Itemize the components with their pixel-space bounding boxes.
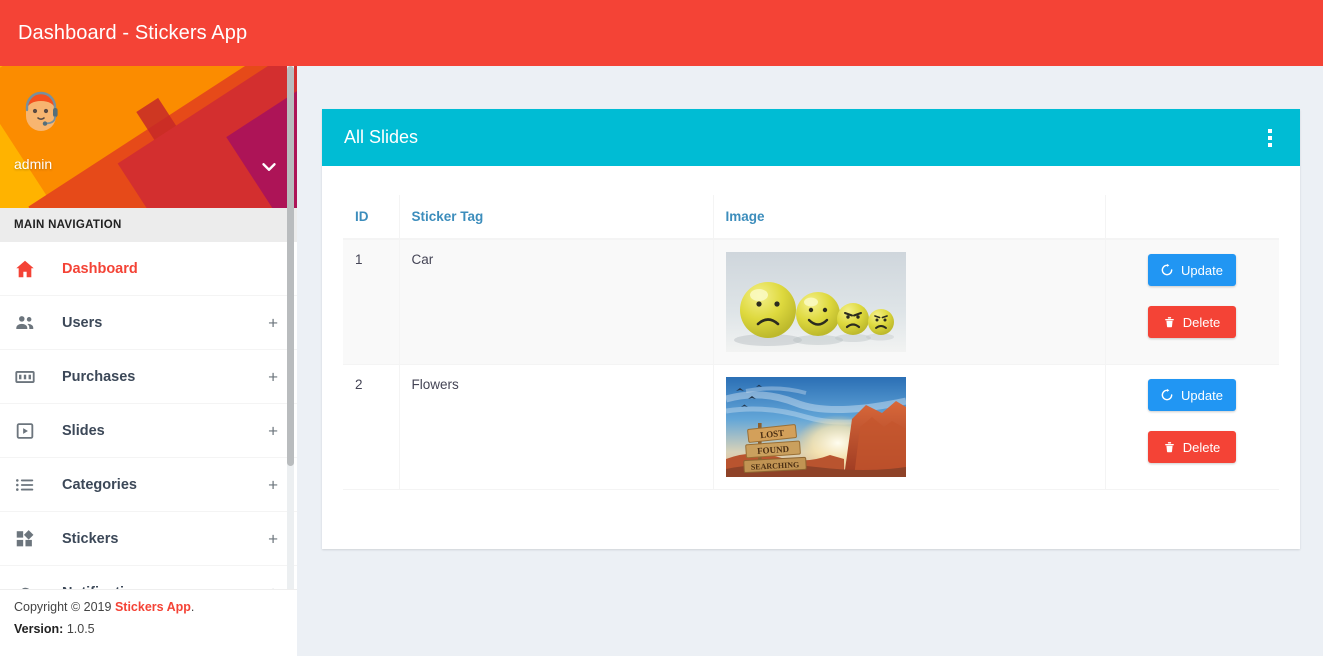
column-header-image[interactable]: Image bbox=[713, 195, 1106, 240]
cell-tag: Flowers bbox=[399, 364, 714, 490]
sidebar-item-notifications[interactable]: Notifications + bbox=[0, 566, 297, 589]
sidebar-scroll-area: admin MAIN NAVIGATION Dashboard Users + … bbox=[0, 66, 297, 589]
sidebar-footer: Copyright © 2019 Stickers App. Version: … bbox=[0, 589, 297, 656]
expand-indicator[interactable]: + bbox=[268, 476, 278, 493]
top-header-bar: Dashboard - Stickers App bbox=[0, 0, 1323, 66]
table-header-row: ID Sticker Tag Image bbox=[343, 195, 1279, 240]
column-header-tag[interactable]: Sticker Tag bbox=[399, 195, 714, 240]
table-row: 1 Car Update Delete bbox=[343, 239, 1279, 365]
sidebar-item-label: Users bbox=[62, 314, 103, 331]
sidebar: admin MAIN NAVIGATION Dashboard Users + … bbox=[0, 66, 297, 656]
home-icon bbox=[14, 257, 42, 281]
main-content: All Slides ID Sticker Tag Image 1 Car Up… bbox=[297, 66, 1323, 656]
slide-thumbnail-desert-signpost[interactable]: LOST FOUND SEARCHING bbox=[725, 377, 906, 477]
expand-indicator[interactable]: + bbox=[268, 314, 278, 331]
delete-button-label: Delete bbox=[1182, 439, 1221, 455]
cell-id: 2 bbox=[343, 364, 400, 490]
column-header-actions bbox=[1105, 195, 1279, 240]
sidebar-item-label: Stickers bbox=[62, 530, 119, 547]
slide-thumbnail-smileys[interactable] bbox=[725, 252, 906, 352]
slideshow-icon bbox=[14, 419, 42, 443]
cell-image: LOST FOUND SEARCHING bbox=[713, 364, 1106, 490]
sidebar-item-label: Dashboard bbox=[62, 260, 138, 277]
expand-indicator[interactable]: + bbox=[268, 368, 278, 385]
brand-link[interactable]: Stickers App bbox=[115, 600, 191, 614]
avatar[interactable] bbox=[18, 86, 64, 132]
trash-icon bbox=[1164, 317, 1174, 328]
copyright-text: Copyright © 2019 Stickers App. bbox=[14, 600, 283, 614]
copyright-suffix: . bbox=[190, 600, 195, 614]
column-header-id[interactable]: ID bbox=[343, 195, 400, 240]
update-button[interactable]: Update bbox=[1147, 379, 1236, 411]
refresh-icon bbox=[1161, 388, 1173, 401]
update-button[interactable]: Update bbox=[1147, 254, 1236, 286]
app-title: Dashboard - Stickers App bbox=[18, 21, 248, 44]
panel-body: ID Sticker Tag Image 1 Car Update Delete… bbox=[322, 166, 1300, 490]
delete-button-label: Delete bbox=[1182, 314, 1221, 330]
delete-button[interactable]: Delete bbox=[1147, 306, 1236, 338]
trash-icon bbox=[1164, 442, 1174, 453]
update-button-label: Update bbox=[1181, 262, 1223, 278]
chevron-down-icon[interactable] bbox=[258, 156, 280, 178]
cloud-icon bbox=[14, 581, 42, 589]
update-button-label: Update bbox=[1181, 387, 1223, 403]
table-body: 1 Car Update Delete 2 Flowers LOST FOUND… bbox=[343, 239, 1279, 490]
expand-indicator[interactable]: + bbox=[268, 422, 278, 439]
people-icon bbox=[14, 311, 42, 335]
kebab-dot bbox=[1268, 135, 1272, 140]
cell-tag: Car bbox=[399, 239, 714, 365]
all-slides-panel: All Slides ID Sticker Tag Image 1 Car Up… bbox=[322, 109, 1300, 549]
sidebar-item-stickers[interactable]: Stickers + bbox=[0, 512, 297, 566]
user-panel[interactable]: admin bbox=[0, 66, 297, 208]
version-text: Version: 1.0.5 bbox=[14, 622, 283, 636]
cell-image bbox=[713, 239, 1106, 365]
delete-button[interactable]: Delete bbox=[1147, 431, 1236, 463]
sidebar-item-label: Slides bbox=[62, 422, 105, 439]
table-head: ID Sticker Tag Image bbox=[343, 195, 1279, 240]
dashboard-tiles-icon bbox=[14, 527, 42, 551]
expand-indicator[interactable]: + bbox=[268, 530, 278, 547]
sidebar-item-dashboard[interactable]: Dashboard bbox=[0, 242, 297, 296]
sidebar-item-label: Categories bbox=[62, 476, 137, 493]
panel-header: All Slides bbox=[322, 109, 1300, 166]
cell-id: 1 bbox=[343, 239, 400, 365]
panel-title: All Slides bbox=[344, 127, 419, 147]
sidebar-scrollbar-thumb[interactable] bbox=[287, 66, 294, 466]
cell-actions: Update Delete bbox=[1105, 364, 1279, 490]
table-row: 2 Flowers LOST FOUND SEARCHING Update De… bbox=[343, 364, 1279, 490]
money-bill-icon bbox=[14, 365, 42, 389]
user-name: admin bbox=[14, 156, 53, 172]
kebab-dot bbox=[1268, 128, 1272, 133]
version-label: Version: bbox=[14, 622, 64, 636]
nav-section-header: MAIN NAVIGATION bbox=[0, 208, 297, 242]
kebab-menu-icon[interactable] bbox=[1262, 125, 1278, 151]
copyright-prefix: Copyright © 2019 bbox=[14, 600, 115, 614]
kebab-dot bbox=[1268, 142, 1272, 147]
refresh-icon bbox=[1161, 263, 1173, 276]
cell-actions: Update Delete bbox=[1105, 239, 1279, 365]
sidebar-item-slides[interactable]: Slides + bbox=[0, 404, 297, 458]
sidebar-item-categories[interactable]: Categories + bbox=[0, 458, 297, 512]
version-value: 1.0.5 bbox=[66, 622, 95, 636]
slides-table: ID Sticker Tag Image 1 Car Update Delete… bbox=[343, 195, 1279, 490]
sidebar-item-label: Purchases bbox=[62, 368, 136, 385]
sidebar-item-purchases[interactable]: Purchases + bbox=[0, 350, 297, 404]
sidebar-item-users[interactable]: Users + bbox=[0, 296, 297, 350]
list-icon bbox=[14, 473, 42, 497]
